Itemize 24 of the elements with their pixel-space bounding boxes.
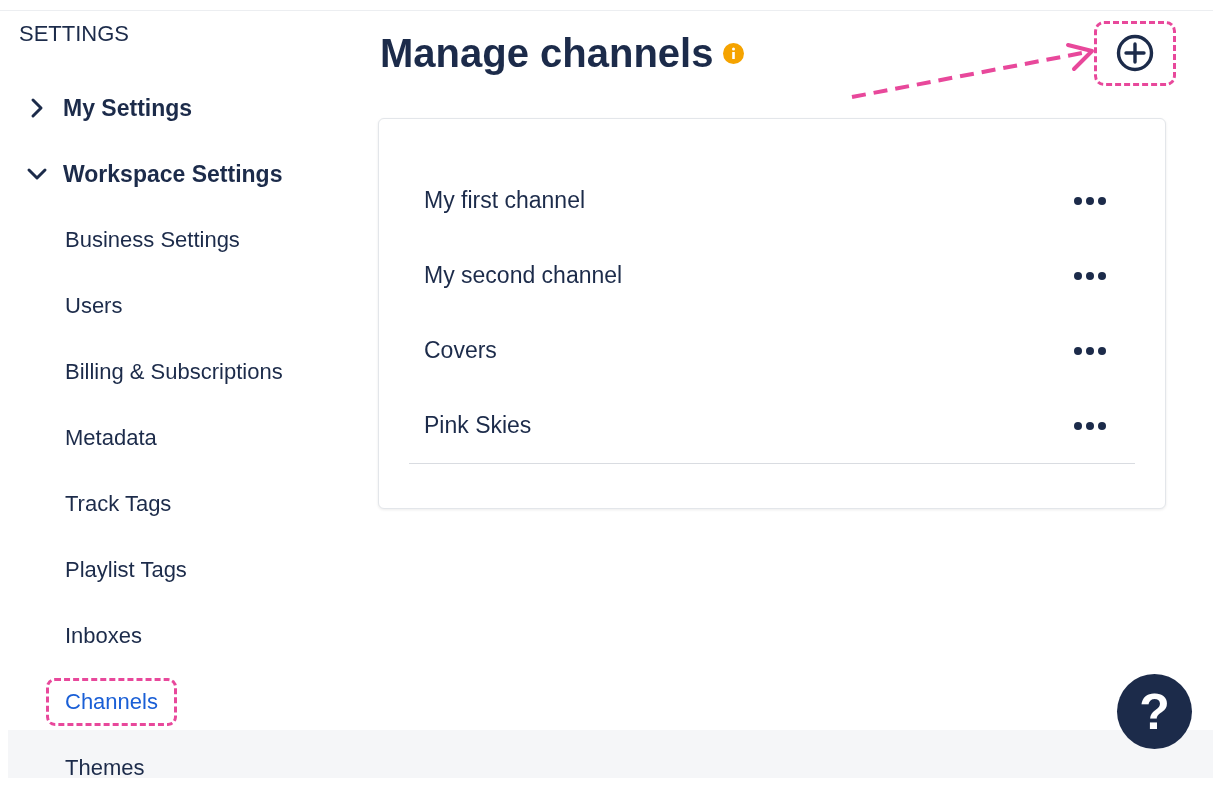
- sidebar-item[interactable]: Track Tags: [46, 480, 191, 528]
- sidebar-item[interactable]: Inboxes: [46, 612, 162, 660]
- sidebar-item[interactable]: Users: [46, 282, 142, 330]
- channel-name: My first channel: [424, 187, 586, 214]
- more-options-icon[interactable]: [1073, 420, 1107, 431]
- sidebar-item[interactable]: Business Settings: [46, 216, 259, 264]
- sidebar-title: SETTINGS: [19, 20, 129, 48]
- sidebar-section[interactable]: My Settings: [26, 94, 193, 122]
- sidebar-item[interactable]: Playlist Tags: [46, 546, 206, 594]
- sidebar-item[interactable]: Metadata: [46, 414, 176, 462]
- plus-circle-icon: [1116, 34, 1154, 72]
- page-title: Manage channels: [380, 30, 714, 76]
- more-options-icon[interactable]: [1073, 195, 1107, 206]
- sidebar-item[interactable]: Billing & Subscriptions: [46, 348, 302, 396]
- sidebar-item[interactable]: Themes: [46, 744, 164, 792]
- more-options-icon[interactable]: [1073, 345, 1107, 356]
- add-button[interactable]: [1094, 20, 1176, 86]
- channel-name: My second channel: [424, 262, 623, 289]
- channel-name: Covers: [424, 337, 497, 364]
- more-options-icon[interactable]: [1073, 270, 1107, 281]
- channel-name: Pink Skies: [424, 412, 532, 439]
- sidebar-item[interactable]: Channels: [46, 678, 177, 726]
- sidebar-section[interactable]: Workspace Settings: [26, 160, 283, 188]
- help-button[interactable]: ?: [1117, 674, 1192, 749]
